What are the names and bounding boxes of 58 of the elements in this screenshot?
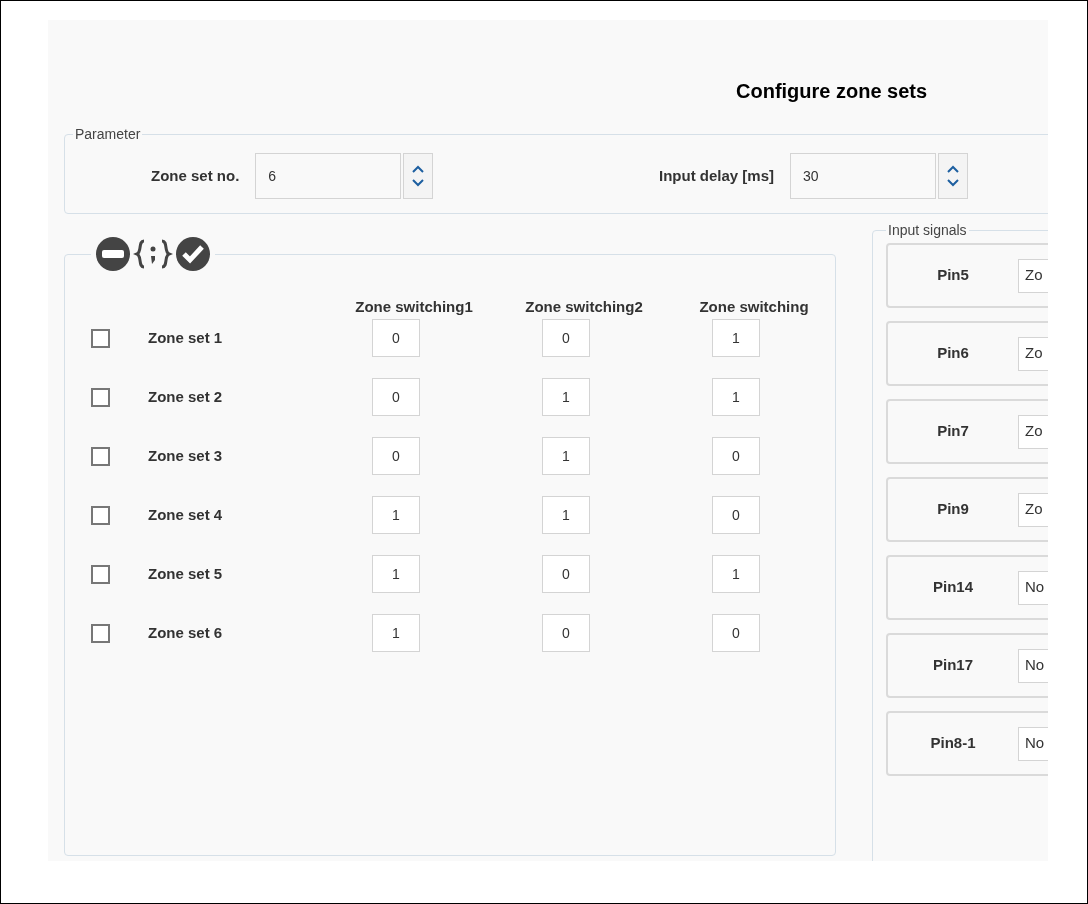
- zone-set-label: Zone set 3: [148, 445, 224, 466]
- value-field[interactable]: 1: [712, 378, 760, 416]
- checkbox[interactable]: [91, 505, 110, 525]
- value-field[interactable]: 0: [712, 437, 760, 475]
- signal-select[interactable]: No: [1018, 726, 1048, 761]
- value-field[interactable]: 1: [372, 614, 420, 652]
- number-field[interactable]: 30: [790, 153, 936, 199]
- pin-label: Pin6: [936, 343, 970, 364]
- value-field[interactable]: 1: [542, 496, 590, 534]
- column-header: Zone switching2: [524, 297, 644, 317]
- value-field[interactable]: 0: [372, 319, 420, 357]
- signal-select[interactable]: No: [1018, 648, 1048, 683]
- checkbox[interactable]: [91, 564, 110, 584]
- zone-set-label: Zone set 6: [148, 622, 224, 643]
- value-field[interactable]: 1: [372, 555, 420, 593]
- number-field[interactable]: 6: [255, 153, 402, 199]
- checkbox[interactable]: [91, 446, 110, 466]
- signal-select[interactable]: Zo: [1018, 414, 1048, 449]
- signal-select[interactable]: No: [1018, 570, 1048, 605]
- value-field[interactable]: 1: [372, 496, 420, 534]
- value-field[interactable]: 1: [712, 555, 760, 593]
- signal-select[interactable]: Zo: [1018, 336, 1048, 371]
- value-field[interactable]: 0: [542, 319, 590, 357]
- zone-set-label: Zone set 2: [148, 386, 224, 407]
- value-field[interactable]: 0: [542, 614, 590, 652]
- group-label: Input signals: [887, 221, 968, 240]
- value-field[interactable]: 0: [542, 555, 590, 593]
- value-field[interactable]: 0: [372, 437, 420, 475]
- value-field[interactable]: 0: [712, 496, 760, 534]
- spin-button[interactable]: [403, 153, 434, 199]
- pin-label: Pin8-1: [929, 733, 977, 754]
- pin-label: Pin14: [932, 577, 974, 598]
- pin-label: Pin7: [936, 421, 970, 442]
- value-field[interactable]: 1: [542, 437, 590, 475]
- zone-set-label: Zone set 1: [148, 327, 224, 348]
- pin-label: Pin9: [936, 499, 970, 520]
- pin-label: Pin5: [936, 265, 970, 286]
- check-circle-icon[interactable]: [175, 236, 211, 272]
- field-label: Zone set no.: [151, 165, 240, 186]
- spin-button[interactable]: [938, 153, 968, 199]
- signal-select[interactable]: Zo: [1018, 258, 1048, 293]
- value-field[interactable]: 0: [712, 614, 760, 652]
- group-label: Parameter: [74, 125, 142, 144]
- checkbox[interactable]: [91, 387, 110, 407]
- pin-label: Pin17: [932, 655, 974, 676]
- value-field[interactable]: 1: [542, 378, 590, 416]
- checkbox[interactable]: [91, 623, 110, 643]
- minus-circle-icon[interactable]: [95, 236, 131, 272]
- value-field[interactable]: 0: [372, 378, 420, 416]
- field-label: Input delay [ms]: [659, 165, 774, 186]
- checkbox[interactable]: [91, 328, 110, 348]
- zone-set-label: Zone set 4: [148, 504, 224, 525]
- page-title: Configure zone sets: [736, 79, 928, 104]
- column-header: Zone switching: [698, 297, 810, 317]
- zone-set-label: Zone set 5: [148, 563, 224, 584]
- column-header: Zone switching1: [354, 297, 474, 317]
- signal-select[interactable]: Zo: [1018, 492, 1048, 527]
- value-field[interactable]: 1: [712, 319, 760, 357]
